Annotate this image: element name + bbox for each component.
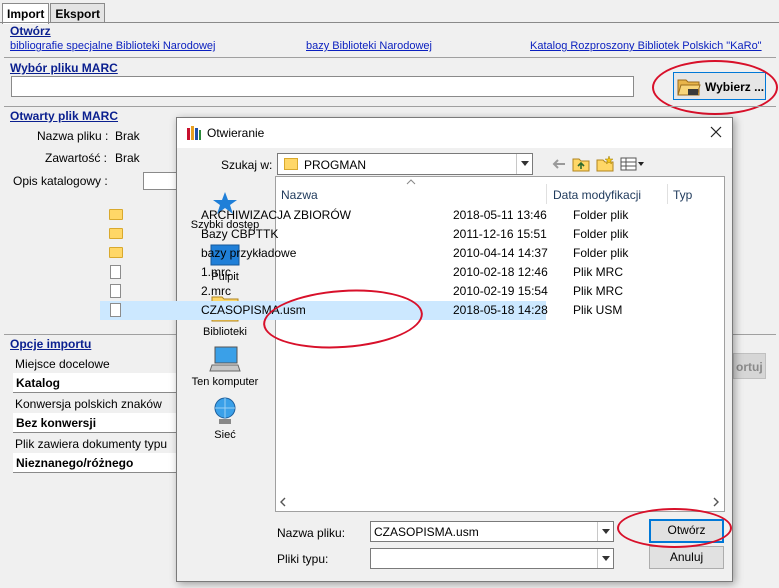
place-this-pc[interactable]: Ten komputer bbox=[180, 345, 270, 388]
folder-icon bbox=[109, 209, 123, 220]
scroll-left-icon[interactable] bbox=[279, 497, 287, 507]
file-date: 2018-05-18 14:28 bbox=[453, 303, 548, 317]
folder-icon bbox=[109, 228, 123, 239]
file-icon bbox=[110, 284, 121, 298]
filename-input[interactable]: CZASOPISMA.usm bbox=[370, 521, 614, 542]
file-row[interactable]: 1.mrc 2010-02-18 12:46 Plik MRC bbox=[100, 263, 623, 282]
column-name[interactable]: Nazwa bbox=[281, 188, 318, 202]
conversion-select[interactable]: Bez konwersji bbox=[13, 413, 177, 433]
lookin-value: PROGMAN bbox=[304, 158, 367, 172]
file-date: 2010-02-18 12:46 bbox=[453, 265, 548, 279]
column-type[interactable]: Typ bbox=[673, 188, 692, 202]
conversion-label: Konwersja polskich znaków bbox=[15, 397, 162, 411]
folder-icon bbox=[109, 247, 123, 258]
file-date: 2018-05-11 13:46 bbox=[453, 208, 547, 222]
file-type: Folder plik bbox=[573, 227, 629, 241]
file-name: 2.mrc bbox=[201, 284, 231, 298]
place-this-pc-label: Ten komputer bbox=[191, 376, 259, 388]
file-row[interactable]: bazy przykładowe 2010-04-14 14:37 Folder p… bbox=[100, 244, 628, 263]
scroll-right-icon[interactable] bbox=[712, 497, 720, 507]
file-type: Plik USM bbox=[573, 303, 623, 317]
marc-choice-title: Wybór pliku MARC bbox=[10, 61, 118, 75]
link-karo[interactable]: Katalog Rozproszony Bibliotek Polskich "… bbox=[530, 40, 762, 52]
content-label: Zawartość : bbox=[45, 151, 108, 165]
import-button[interactable]: ortuj bbox=[733, 353, 766, 379]
column-divider bbox=[546, 184, 547, 204]
close-icon[interactable] bbox=[710, 126, 722, 138]
view-menu-icon[interactable] bbox=[620, 157, 646, 171]
destination-select[interactable]: Katalog bbox=[13, 373, 177, 393]
file-name: Bazy CBPTTK bbox=[201, 227, 279, 241]
chevron-down-icon[interactable] bbox=[597, 549, 613, 568]
lookin-select[interactable]: PROGMAN bbox=[277, 153, 533, 175]
lookin-label: Szukaj w: bbox=[221, 158, 273, 172]
filetype-select[interactable] bbox=[370, 548, 614, 569]
file-type: Plik MRC bbox=[573, 284, 623, 298]
file-row[interactable]: ARCHIWIZACJA ZBIORÓW 2018-05-11 13:46 Fold… bbox=[100, 206, 628, 225]
column-divider bbox=[667, 184, 668, 204]
dialog-titlebar: Otwieranie bbox=[177, 118, 732, 148]
catalog-desc-label: Opis katalogowy : bbox=[13, 174, 108, 188]
file-date: 2010-02-19 15:54 bbox=[453, 284, 548, 298]
dialog-title: Otwieranie bbox=[207, 126, 265, 140]
link-bibliografie-bn[interactable]: bibliografie specjalne Biblioteki Narodo… bbox=[10, 40, 215, 52]
open-marc-title: Otwarty plik MARC bbox=[10, 109, 119, 123]
divider bbox=[4, 106, 776, 107]
cancel-button[interactable]: Anuluj bbox=[649, 546, 724, 569]
doctype-select[interactable]: Nieznanego/różnego bbox=[13, 453, 177, 473]
filetype-label: Pliki typu: bbox=[277, 552, 329, 566]
file-type: Plik MRC bbox=[573, 265, 623, 279]
file-name-value: Brak bbox=[115, 129, 140, 143]
file-name: ARCHIWIZACJA ZBIORÓW bbox=[201, 208, 351, 222]
place-network-label: Sieć bbox=[214, 429, 236, 441]
link-bazy-bn[interactable]: bazy Biblioteki Narodowej bbox=[306, 40, 432, 52]
file-icon bbox=[110, 303, 121, 317]
chevron-down-icon[interactable] bbox=[597, 522, 613, 541]
filename-label: Nazwa pliku: bbox=[277, 526, 346, 540]
import-options-title: Opcje importu bbox=[10, 337, 92, 351]
back-arrow-icon[interactable] bbox=[551, 158, 567, 170]
file-name-label: Nazwa pliku : bbox=[37, 129, 109, 143]
chevron-down-icon[interactable] bbox=[516, 154, 532, 174]
file-type: Folder plik bbox=[573, 246, 629, 260]
tab-strip: Import Eksport bbox=[2, 3, 106, 24]
file-date: 2010-04-14 14:37 bbox=[453, 246, 548, 260]
content-value: Brak bbox=[115, 151, 140, 165]
marc-path-input[interactable] bbox=[11, 76, 634, 97]
app-icon bbox=[187, 126, 201, 140]
file-row[interactable]: Bazy CBPTTK 2011-12-16 15:51 Folder plik bbox=[100, 225, 628, 244]
catalog-desc-field[interactable] bbox=[143, 172, 177, 190]
file-icon bbox=[110, 265, 121, 279]
network-icon bbox=[214, 397, 236, 424]
otworz-title: Otwórz bbox=[10, 24, 51, 38]
tab-divider bbox=[0, 22, 779, 23]
sort-up-icon bbox=[406, 179, 416, 185]
file-type: Folder plik bbox=[573, 208, 629, 222]
file-name: bazy przykładowe bbox=[201, 246, 297, 260]
tab-import[interactable]: Import bbox=[2, 3, 50, 24]
file-name: 1.mrc bbox=[201, 265, 231, 279]
file-date: 2011-12-16 15:51 bbox=[453, 227, 547, 241]
tab-eksport[interactable]: Eksport bbox=[50, 3, 106, 23]
filename-value: CZASOPISMA.usm bbox=[374, 525, 479, 539]
annotation-circle bbox=[617, 508, 732, 548]
divider bbox=[4, 57, 776, 58]
up-folder-icon[interactable] bbox=[572, 156, 590, 172]
column-date[interactable]: Data modyfikacji bbox=[553, 188, 641, 202]
computer-icon bbox=[209, 346, 241, 372]
place-libraries-label: Biblioteki bbox=[202, 326, 248, 338]
doctype-label: Plik zawiera dokumenty typu bbox=[15, 437, 168, 451]
new-folder-icon[interactable] bbox=[596, 155, 614, 172]
place-network[interactable]: Sieć bbox=[180, 396, 270, 441]
folder-icon bbox=[284, 158, 298, 170]
destination-label: Miejsce docelowe bbox=[15, 357, 110, 371]
